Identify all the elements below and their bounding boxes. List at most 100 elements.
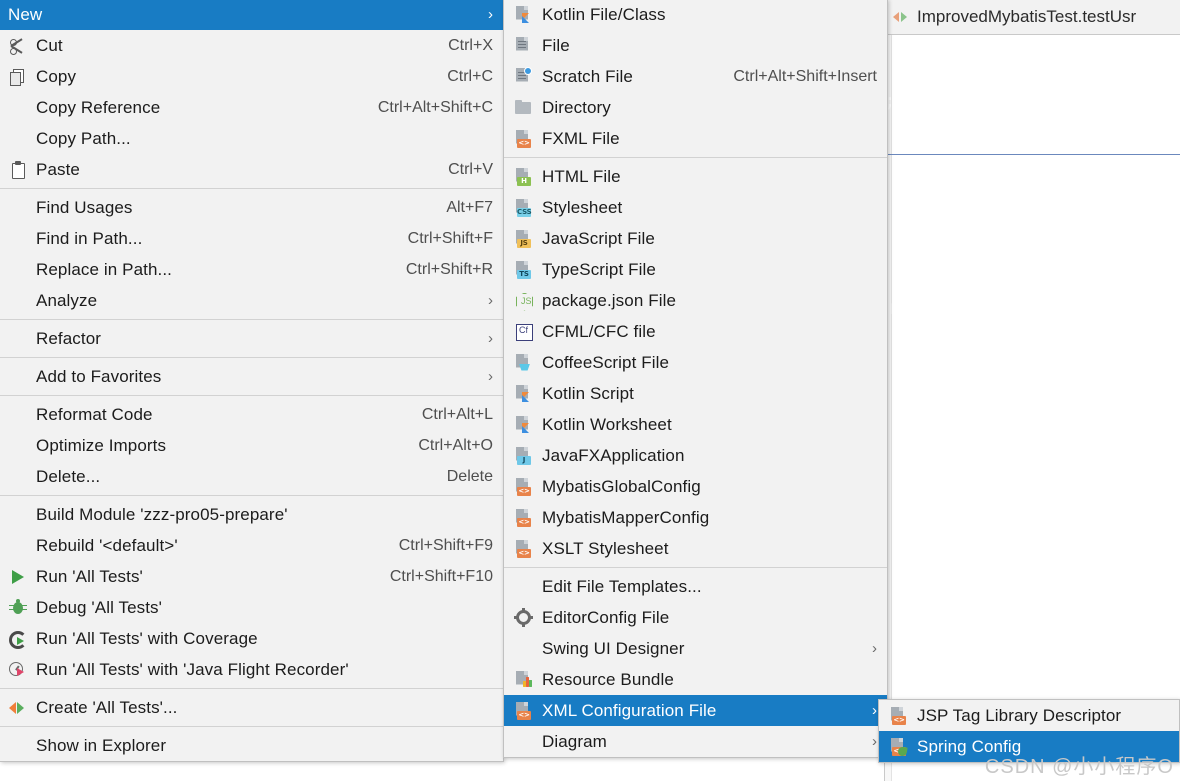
menu-item-label: Replace in Path...: [36, 259, 172, 279]
blank-icon: [514, 732, 534, 752]
menu-item-optimize-imports[interactable]: Optimize Imports Ctrl+Alt+O: [0, 430, 503, 461]
menu-item-label: XML Configuration File: [542, 700, 717, 720]
menu-item-find-usages[interactable]: Find Usages Alt+F7: [0, 192, 503, 223]
menu-item-typescript-file[interactable]: TS TypeScript File: [504, 254, 887, 285]
menu-separator: [0, 495, 503, 496]
create-test-icon: [8, 698, 28, 718]
menu-item-label: Directory: [542, 97, 611, 117]
menu-item-label: MybatisMapperConfig: [542, 507, 710, 527]
editor-pane: ImprovedMybatisTest.testUsr: [884, 0, 1180, 781]
menu-item-run-all-tests[interactable]: Run 'All Tests' Ctrl+Shift+F10: [0, 561, 503, 592]
menu-item-reformat-code[interactable]: Reformat Code Ctrl+Alt+L: [0, 399, 503, 430]
menu-item-create-all-tests[interactable]: Create 'All Tests'...: [0, 692, 503, 723]
menu-item-kotlin-file-class[interactable]: Kotlin File/Class: [504, 0, 887, 30]
menu-item-stylesheet[interactable]: CSS Stylesheet: [504, 192, 887, 223]
menu-item-label: Show in Explorer: [36, 735, 167, 755]
menu-item-kotlin-worksheet[interactable]: Kotlin Worksheet: [504, 409, 887, 440]
menu-item-label: Copy Reference: [36, 97, 161, 117]
menu-item-accelerator: Ctrl+Alt+Shift+Insert: [733, 67, 877, 85]
menu-item-xml-configuration-file[interactable]: <> XML Configuration File ›: [504, 695, 887, 726]
chevron-right-icon: ›: [488, 330, 493, 347]
menu-item-find-in-path[interactable]: Find in Path... Ctrl+Shift+F: [0, 223, 503, 254]
xml-file-icon: <>: [514, 701, 534, 721]
menu-item-run-with-jfr[interactable]: Run 'All Tests' with 'Java Flight Record…: [0, 654, 503, 685]
menu-item-label: Add to Favorites: [36, 366, 162, 386]
menu-item-copy-reference[interactable]: Copy Reference Ctrl+Alt+Shift+C: [0, 92, 503, 123]
menu-separator: [0, 319, 503, 320]
menu-separator: [0, 357, 503, 358]
menu-item-kotlin-script[interactable]: Kotlin Script: [504, 378, 887, 409]
menu-separator: [0, 188, 503, 189]
menu-item-label: Run 'All Tests': [36, 566, 143, 586]
menu-item-copy[interactable]: Copy Ctrl+C: [0, 61, 503, 92]
menu-item-run-with-coverage[interactable]: Run 'All Tests' with Coverage: [0, 623, 503, 654]
chevron-right-icon: ›: [488, 6, 493, 23]
chevron-right-icon: ›: [872, 733, 877, 750]
menu-item-replace-in-path[interactable]: Replace in Path... Ctrl+Shift+R: [0, 254, 503, 285]
xml-file-icon: <>: [514, 539, 534, 559]
menu-item-debug-all-tests[interactable]: Debug 'All Tests': [0, 592, 503, 623]
menu-item-html-file[interactable]: H HTML File: [504, 161, 887, 192]
javascript-file-icon: JS: [514, 229, 534, 249]
menu-item-cut[interactable]: Cut Ctrl+X: [0, 30, 503, 61]
menu-item-label: Debug 'All Tests': [36, 597, 162, 617]
menu-item-accelerator: Ctrl+Alt+L: [421, 405, 493, 423]
menu-item-label: New: [8, 4, 43, 24]
blank-icon: [8, 198, 28, 218]
menu-item-coffeescript-file[interactable]: CoffeeScript File: [504, 347, 887, 378]
menu-item-fxml-file[interactable]: <> FXML File: [504, 123, 887, 154]
editor-tab-label[interactable]: ImprovedMybatisTest.testUsr: [917, 7, 1136, 27]
menu-item-accelerator: Ctrl+Alt+O: [418, 436, 493, 454]
menu-item-directory[interactable]: Directory: [504, 92, 887, 123]
kotlin-script-icon: [514, 384, 534, 404]
menu-item-javafx-application[interactable]: J JavaFXApplication: [504, 440, 887, 471]
blank-icon: [8, 367, 28, 387]
new-submenu[interactable]: Kotlin File/Class File Scratch File Ctrl…: [503, 0, 888, 758]
menu-item-rebuild[interactable]: Rebuild '<default>' Ctrl+Shift+F9: [0, 530, 503, 561]
menu-item-label: TypeScript File: [542, 259, 656, 279]
menu-item-file[interactable]: File: [504, 30, 887, 61]
menu-item-edit-file-templates[interactable]: Edit File Templates...: [504, 571, 887, 602]
menu-item-diagram[interactable]: Diagram ›: [504, 726, 887, 757]
screenshot-root: ImprovedMybatisTest.testUsr ; nent do wo…: [0, 0, 1180, 781]
run-icon: [8, 567, 28, 587]
paste-icon: [8, 160, 28, 180]
menu-item-label: Paste: [36, 159, 80, 179]
menu-item-delete[interactable]: Delete... Delete: [0, 461, 503, 492]
menu-item-new[interactable]: New ›: [0, 0, 503, 30]
menu-item-package-json-file[interactable]: JS package.json File: [504, 285, 887, 316]
menu-item-label: JavaFXApplication: [542, 445, 685, 465]
menu-item-xslt-stylesheet[interactable]: <> XSLT Stylesheet: [504, 533, 887, 564]
menu-item-accelerator: Delete: [446, 467, 493, 485]
editor-context-menu[interactable]: New › Cut Ctrl+X Copy Ctrl+C Copy Refere…: [0, 0, 504, 762]
menu-item-jsp-tag-library-descriptor[interactable]: <> JSP Tag Library Descriptor: [879, 700, 1179, 731]
menu-item-add-to-favorites[interactable]: Add to Favorites ›: [0, 361, 503, 392]
menu-item-mybatis-mapper-config[interactable]: <> MybatisMapperConfig: [504, 502, 887, 533]
menu-item-label: Analyze: [36, 290, 98, 310]
copy-icon: [8, 67, 28, 87]
menu-item-show-in-explorer[interactable]: Show in Explorer: [0, 730, 503, 761]
menu-item-build-module[interactable]: Build Module 'zzz-pro05-prepare': [0, 499, 503, 530]
blank-icon: [8, 505, 28, 525]
resource-bundle-icon: [514, 670, 534, 690]
menu-item-cfml-cfc-file[interactable]: Cf CFML/CFC file: [504, 316, 887, 347]
menu-item-refactor[interactable]: Refactor ›: [0, 323, 503, 354]
menu-item-resource-bundle[interactable]: Resource Bundle: [504, 664, 887, 695]
menu-item-editorconfig-file[interactable]: EditorConfig File: [504, 602, 887, 633]
menu-item-paste[interactable]: Paste Ctrl+V: [0, 154, 503, 185]
menu-item-copy-path[interactable]: Copy Path...: [0, 123, 503, 154]
menu-item-label: Find in Path...: [36, 228, 143, 248]
menu-item-label: Run 'All Tests' with 'Java Flight Record…: [36, 659, 349, 679]
menu-item-label: MybatisGlobalConfig: [542, 476, 701, 496]
menu-item-javascript-file[interactable]: JS JavaScript File: [504, 223, 887, 254]
debug-icon: [8, 598, 28, 618]
menu-item-mybatis-global-config[interactable]: <> MybatisGlobalConfig: [504, 471, 887, 502]
menu-item-accelerator: Ctrl+Shift+F9: [398, 536, 493, 554]
menu-item-swing-ui-designer[interactable]: Swing UI Designer ›: [504, 633, 887, 664]
kotlin-file-icon: [514, 5, 534, 25]
menu-item-label: XSLT Stylesheet: [542, 538, 669, 558]
menu-item-label: Kotlin Worksheet: [542, 414, 672, 434]
menu-item-label: Reformat Code: [36, 404, 153, 424]
menu-item-analyze[interactable]: Analyze ›: [0, 285, 503, 316]
menu-item-scratch-file[interactable]: Scratch File Ctrl+Alt+Shift+Insert: [504, 61, 887, 92]
